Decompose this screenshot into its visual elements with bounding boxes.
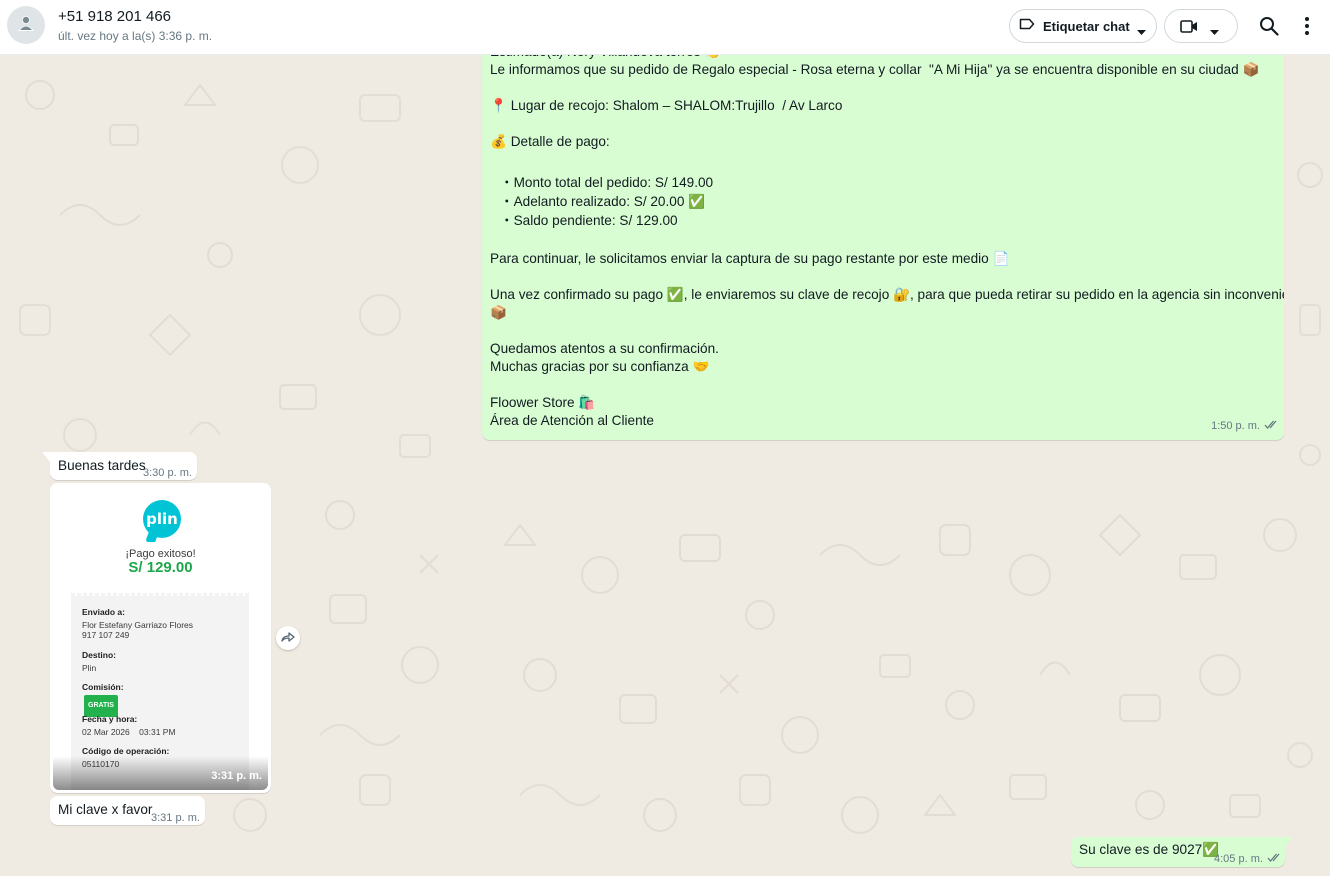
message-time: 1:50 p. m. (1211, 420, 1260, 432)
chat-header: +51 918 201 466 últ. vez hoy a la(s) 3:3… (0, 0, 1330, 55)
contact-name: +51 918 201 466 (58, 8, 172, 25)
receipt-value: 02 Mar 2026 03:31 PM (82, 727, 176, 737)
bubble-tail (1284, 837, 1293, 848)
receipt-value: 917 107 249 (82, 630, 130, 640)
label-chat-button-label: Etiquetar chat (1043, 18, 1130, 34)
message-text: Mi clave x favor (58, 802, 153, 817)
more-vertical-icon (1304, 17, 1310, 40)
message-line: Área de Atención al Cliente (490, 413, 654, 428)
label-chat-button[interactable]: Etiquetar chat (1009, 9, 1157, 43)
avatar[interactable] (7, 6, 45, 44)
receipt-label: Fecha y hora: (82, 714, 138, 724)
receipt-label: Código de operación: (82, 746, 170, 756)
message-line: ・Adelanto realizado: S/ 20.00 ✅ (500, 194, 706, 209)
incoming-message-greeting[interactable]: Buenas tardes 3:30 p. m. (50, 452, 197, 480)
receipt-value: Plin (82, 663, 97, 673)
payment-amount: S/ 129.00 (128, 559, 193, 576)
outgoing-message-order-info[interactable]: Estimado(a) Nery Villanueva torres 👏 Le … (482, 38, 1284, 440)
message-line: ・Monto total del pedido: S/ 149.00 (500, 175, 714, 190)
video-camera-icon (1180, 20, 1198, 38)
message-body: Estimado(a) Nery Villanueva torres 👏 Le … (490, 44, 1284, 430)
message-text: Su clave es de 9027✅ (1079, 842, 1220, 857)
message-line: Para continuar, le solicitamos enviar la… (490, 251, 1010, 266)
message-line: 💰 Detalle de pago: (490, 134, 610, 149)
search-icon (1259, 17, 1279, 40)
label-icon (1019, 17, 1035, 35)
message-text: Buenas tardes (58, 458, 146, 473)
message-time: 3:31 p. m. (211, 770, 262, 782)
receipt-value: Flor Estefany Garriazo Flores (82, 620, 194, 630)
receipt-label: Enviado a: (82, 607, 125, 617)
message-line: Quedamos atentos a su confirmación. (490, 341, 719, 356)
bubble-tail (42, 452, 51, 463)
payment-receipt-image[interactable]: plin ¡Pago exitoso! S/ 129.00 Enviado a:… (53, 486, 268, 790)
message-line: Le informamos que su pedido de Regalo es… (490, 62, 1260, 77)
forward-button[interactable] (276, 626, 300, 650)
read-ticks-icon (1267, 850, 1281, 868)
read-ticks-icon (1264, 417, 1278, 435)
person-icon (17, 14, 35, 37)
message-line: Floower Store 🛍️ (490, 395, 596, 410)
search-button[interactable] (1259, 16, 1279, 41)
receipt-label: Comisión: (82, 682, 124, 692)
incoming-message-request-code[interactable]: Mi clave x favor 3:31 p. m. (50, 796, 205, 825)
message-line: ・Saldo pendiente: S/ 129.00 (500, 213, 678, 228)
message-meta: 1:50 p. m. (1211, 417, 1278, 435)
message-time: 3:30 p. m. (143, 467, 192, 479)
menu-button[interactable] (1304, 16, 1310, 41)
incoming-image-message[interactable]: plin ¡Pago exitoso! S/ 129.00 Enviado a:… (50, 483, 271, 793)
outgoing-message-code[interactable]: Su clave es de 9027✅ 4:05 p. m. (1071, 837, 1285, 867)
message-line: 📦 (490, 305, 507, 320)
message-line: Muchas gracias por su confianza 🤝 (490, 359, 710, 374)
last-seen-status: últ. vez hoy a la(s) 3:36 p. m. (58, 29, 213, 43)
receipt-label: Destino: (82, 650, 116, 660)
video-call-button[interactable] (1164, 9, 1238, 43)
message-line: 📍 Lugar de recojo: Shalom – SHALOM:Truji… (490, 98, 843, 113)
message-meta: 4:05 p. m. (1214, 850, 1281, 868)
chevron-down-icon (1210, 23, 1219, 41)
forward-icon (281, 629, 295, 647)
message-time: 4:05 p. m. (1214, 853, 1263, 865)
message-line: Una vez confirmado su pago ✅, le enviare… (490, 287, 1284, 302)
contact-info[interactable]: +51 918 201 466 últ. vez hoy a la(s) 3:3… (58, 8, 212, 43)
message-time: 3:31 p. m. (151, 812, 200, 824)
plin-logo: plin (143, 500, 181, 538)
chevron-down-icon (1137, 23, 1146, 41)
